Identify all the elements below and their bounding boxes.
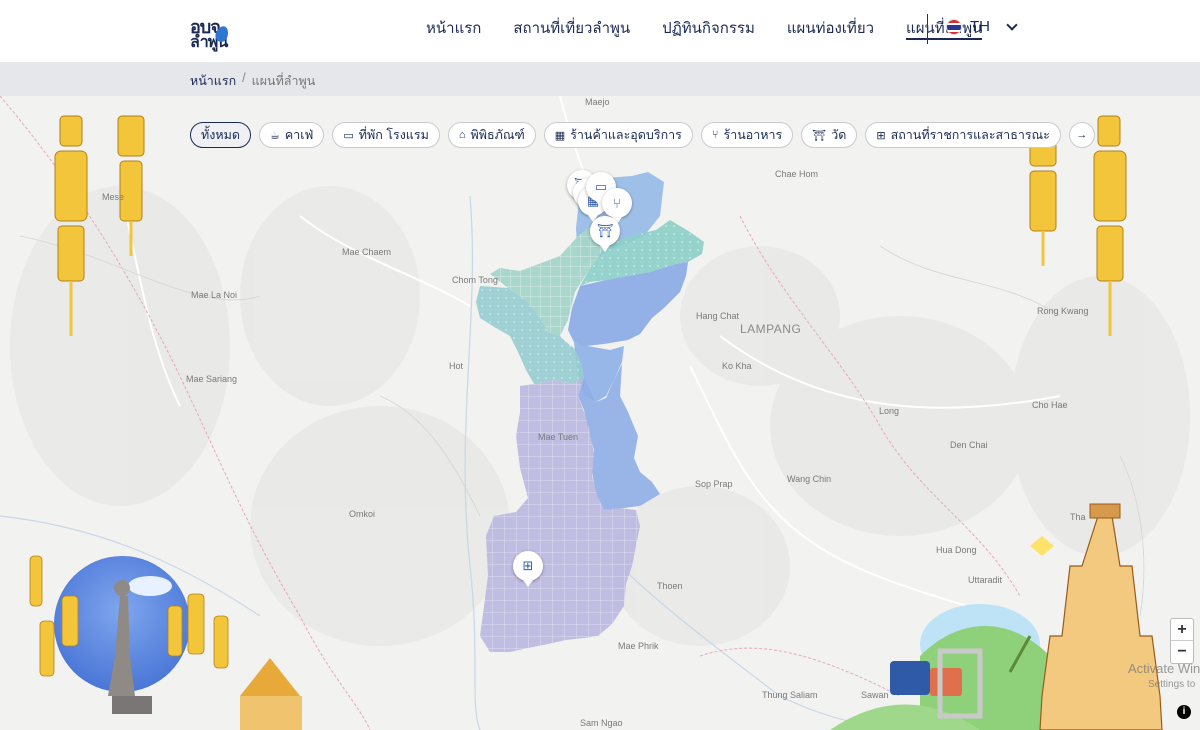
map-marker-government[interactable]: ⊞ xyxy=(513,551,543,587)
cafe-icon: ☕ xyxy=(269,129,280,142)
nav-calendar[interactable]: ปฏิทินกิจกรรม xyxy=(662,18,755,40)
breadcrumb-separator: / xyxy=(242,71,246,85)
place-label: Tha xyxy=(1070,512,1086,522)
filter-label: ที่พัก โรงแรม xyxy=(358,128,429,142)
map-canvas[interactable]: Maejo Mese Chae Hom Mae Chaem Chom Tong … xyxy=(0,96,1200,730)
zoom-in-button[interactable]: + xyxy=(1171,619,1193,641)
breadcrumb: หน้าแรก / แผนที่ลำพูน xyxy=(190,71,315,91)
filter-hotel[interactable]: ▭ ที่พัก โรงแรม xyxy=(332,122,440,148)
filter-label: ร้านค้าและอุดบริการ xyxy=(570,128,682,142)
museum-icon: ⌂ xyxy=(458,129,466,141)
place-label: Sam Ngao xyxy=(580,718,623,728)
nav-attractions[interactable]: สถานที่เที่ยวลำพูน xyxy=(513,18,630,40)
utensils-icon: ⑂ xyxy=(711,129,719,141)
main-nav: หน้าแรก สถานที่เที่ยวลำพูน ปฏิทินกิจกรรม… xyxy=(426,18,983,40)
place-label: Den Chai xyxy=(950,440,988,450)
place-label: Thoen xyxy=(657,581,683,591)
utensils-icon: ⑂ xyxy=(613,195,621,211)
filter-shop[interactable]: ▦ ร้านค้าและอุดบริการ xyxy=(543,122,693,148)
place-label: Hot xyxy=(449,361,464,371)
filter-temple[interactable]: ⛩ วัด xyxy=(801,122,858,148)
zoom-out-button[interactable]: − xyxy=(1171,641,1193,663)
bed-icon: ▭ xyxy=(343,129,354,142)
breadcrumb-home[interactable]: หน้าแรก xyxy=(190,71,236,91)
place-label: Chom Tong xyxy=(452,275,498,285)
breadcrumb-current: แผนที่ลำพูน xyxy=(251,74,316,88)
site-header: อบจ ลำพูน หน้าแรก สถานที่เที่ยวลำพูน ปฏิ… xyxy=(0,0,1200,62)
nav-travel-plan[interactable]: แผนท่องเที่ยว xyxy=(787,18,874,40)
place-label: LAMPANG xyxy=(740,322,802,336)
place-label: Mae Sariang xyxy=(186,374,238,384)
place-label: Maejo xyxy=(585,97,610,107)
filter-restaurant[interactable]: ⑂ ร้านอาหาร xyxy=(700,122,794,148)
nav-home[interactable]: หน้าแรก xyxy=(426,18,481,40)
map-marker-restaurant[interactable]: ⑂ xyxy=(602,188,632,224)
place-label: Hua Dong xyxy=(936,545,977,555)
site-logo[interactable]: อบจ ลำพูน xyxy=(188,10,234,51)
place-label: Thung Saliam xyxy=(762,690,818,700)
temple-icon: ⛩ xyxy=(812,129,827,142)
map-marker-temple[interactable]: ⛩ xyxy=(590,216,620,252)
place-label: Mese xyxy=(102,192,125,202)
place-label: Mae La Noi xyxy=(191,290,238,300)
place-label: Hang Chat xyxy=(696,311,740,321)
zoom-control: + − xyxy=(1170,618,1194,664)
filter-label: สถานที่ราชการและสาธารณะ xyxy=(890,128,1050,142)
filter-label: ร้านอาหาร xyxy=(723,128,783,142)
place-label: Mae Chaem xyxy=(342,247,392,257)
government-icon: ⊞ xyxy=(522,558,534,573)
place-label: Cho Hae xyxy=(1032,400,1068,410)
place-label: Mae Tuen xyxy=(538,432,579,442)
place-label: Uttaradit xyxy=(968,575,1003,585)
filter-label: วัด xyxy=(831,128,847,142)
place-label: Wang Chin xyxy=(787,474,832,484)
filter-cafe[interactable]: ☕ คาเฟ่ xyxy=(258,122,325,148)
map-info-button[interactable]: i xyxy=(1177,705,1191,719)
category-filter-bar: ทั้งหมด ☕ คาเฟ่ ▭ ที่พัก โรงแรม ⌂ พิพิธภัณฑ… xyxy=(190,122,1095,148)
place-label: Omkoi xyxy=(349,509,376,519)
nav-divider xyxy=(927,14,928,44)
place-label: Mae Phrik xyxy=(618,641,659,651)
filter-label: คาเฟ่ xyxy=(284,128,314,142)
place-label: Rong Kwang xyxy=(1037,306,1089,316)
language-label: TH xyxy=(970,18,990,35)
chevron-down-icon xyxy=(1006,18,1018,31)
government-icon: ⊞ xyxy=(876,129,886,142)
activation-watermark: Activate Win xyxy=(1128,661,1200,676)
place-label: Ko Kha xyxy=(722,361,752,371)
filter-label: พิพิธภัณฑ์ xyxy=(470,128,525,142)
place-label: Chae Hom xyxy=(775,169,819,179)
breadcrumb-bar: หน้าแรก / แผนที่ลำพูน xyxy=(0,62,1200,96)
arrow-right-icon: → xyxy=(1076,129,1088,141)
place-label: Sop Prap xyxy=(695,479,733,489)
temple-icon: ⛩ xyxy=(596,223,614,238)
filter-all[interactable]: ทั้งหมด xyxy=(190,122,251,148)
shop-icon: ▦ xyxy=(554,129,566,142)
language-selector[interactable]: TH xyxy=(946,18,1018,35)
place-label: Long xyxy=(879,406,900,416)
filter-scroll-right-button[interactable]: → xyxy=(1068,122,1095,148)
place-label: Sawan xyxy=(861,690,889,700)
thai-flag-icon xyxy=(946,18,962,35)
filter-label: ทั้งหมด xyxy=(201,128,240,142)
activation-watermark-sub: Settings to xyxy=(1148,679,1196,690)
filter-government[interactable]: ⊞ สถานที่ราชการและสาธารณะ xyxy=(865,122,1061,148)
filter-museum[interactable]: ⌂ พิพิธภัณฑ์ xyxy=(447,122,536,148)
